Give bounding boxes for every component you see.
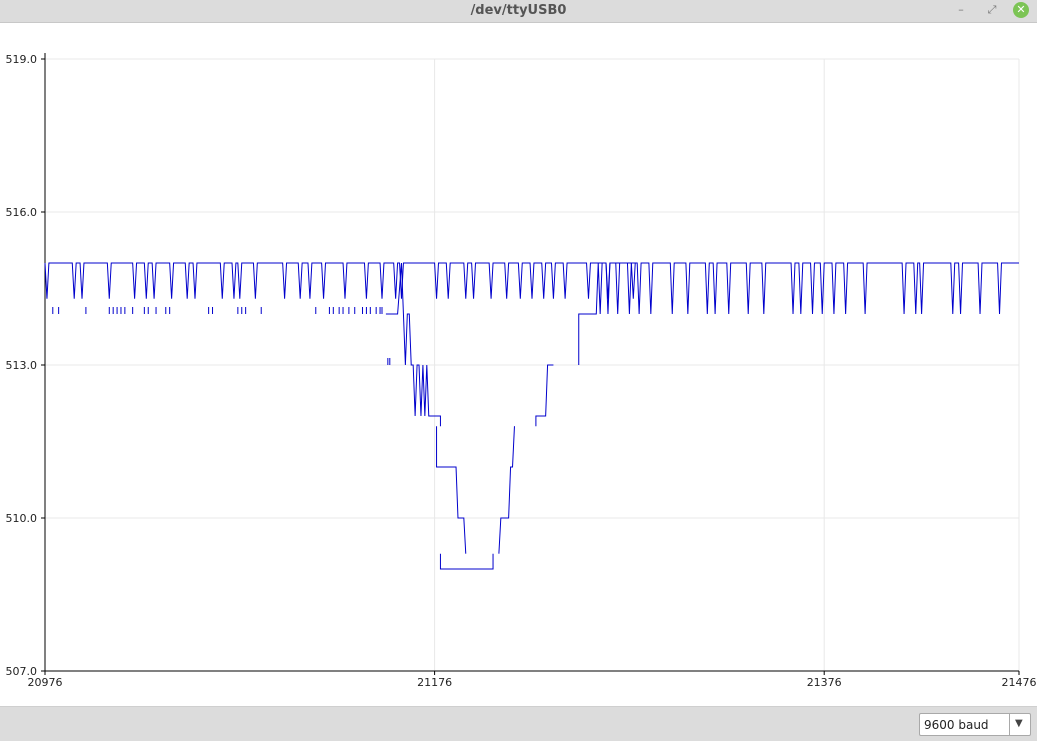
grid-layer [45,58,1020,671]
x-tick-label: 21176 [417,676,452,689]
close-icon[interactable]: ✕ [1013,2,1029,18]
y-tick-label: 513.0 [6,359,38,372]
x-tick-label: 21476 [1002,676,1037,689]
serial-plotter-chart: 20976 21176 21376 21476 507.0 510.0 513.0 516.0… [0,23,1037,706]
window-titlebar: /dev/ttyUSB0 – ⤢ ✕ [0,0,1037,23]
y-tick-label: 507.0 [6,665,38,678]
series-line [436,426,467,554]
series-line [44,262,636,299]
bottom-toolbar: 9600 baud ▼ [0,706,1037,741]
maximize-icon[interactable]: ⤢ [984,2,1000,18]
minimize-icon[interactable]: – [953,2,969,18]
series-line [578,262,1019,365]
series-layer [44,262,1019,570]
plot-svg: 20976 21176 21376 21476507.0510.0513.0516.0… [6,53,1037,689]
series-line [439,553,494,570]
axis-layer: 20976 21176 21376 21476507.0510.0513.0516.0… [6,53,1037,689]
series-line [535,364,554,427]
y-tick-label: 516.0 [6,206,38,219]
x-tick-label: 21376 [807,676,842,689]
baud-rate-select[interactable]: 9600 baud ▼ [919,713,1031,736]
series-line [498,426,515,554]
window-title: /dev/ttyUSB0 [470,3,567,18]
chevron-down-icon[interactable]: ▼ [1015,718,1023,729]
y-tick-label: 519.0 [6,53,38,66]
y-tick-label: 510.0 [6,512,38,525]
select-divider [1009,714,1010,735]
baud-rate-value: 9600 baud [924,718,989,732]
series-line [385,262,441,427]
